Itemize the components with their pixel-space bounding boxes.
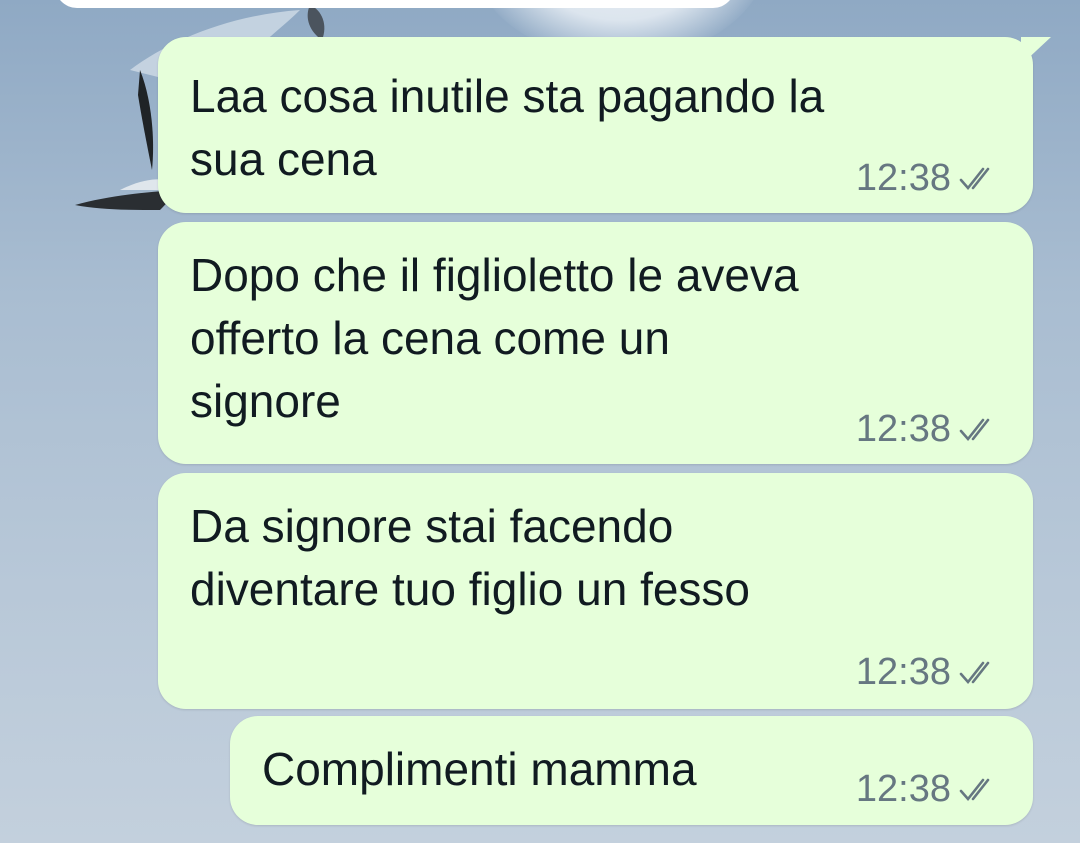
outgoing-message-bubble[interactable]: Dopo che il figlioletto le aveva offerto… [158, 222, 1033, 464]
message-meta: 12:38 [856, 157, 1001, 200]
message-time: 12:38 [855, 768, 951, 810]
message-meta: 12:38 [856, 651, 1001, 694]
message-time: 12:38 [855, 408, 951, 450]
message-text: Laa cosa inutile sta pagando la sua cena [190, 70, 825, 185]
bubble-tail [1021, 37, 1051, 65]
double-check-icon [959, 777, 1001, 803]
message-time: 12:38 [855, 157, 951, 199]
outgoing-message-bubble[interactable]: Complimenti mamma 12:38 [230, 716, 1033, 825]
double-check-icon [959, 417, 1001, 443]
outgoing-message-bubble[interactable]: Laa cosa inutile sta pagando la sua cena… [158, 37, 1051, 213]
message-text: Complimenti mamma [262, 743, 697, 795]
message-time: 12:38 [855, 651, 951, 693]
double-check-icon [959, 660, 1001, 686]
previous-message-bubble-edge [55, 0, 735, 8]
outgoing-message-bubble[interactable]: Da signore stai facendo diventare tuo fi… [158, 473, 1033, 709]
message-text: Dopo che il figlioletto le aveva offerto… [190, 249, 799, 427]
double-check-icon [959, 166, 1001, 192]
message-meta: 12:38 [856, 408, 1001, 451]
message-text: Da signore stai facendo diventare tuo fi… [190, 500, 751, 615]
message-meta: 12:38 [856, 768, 1001, 811]
